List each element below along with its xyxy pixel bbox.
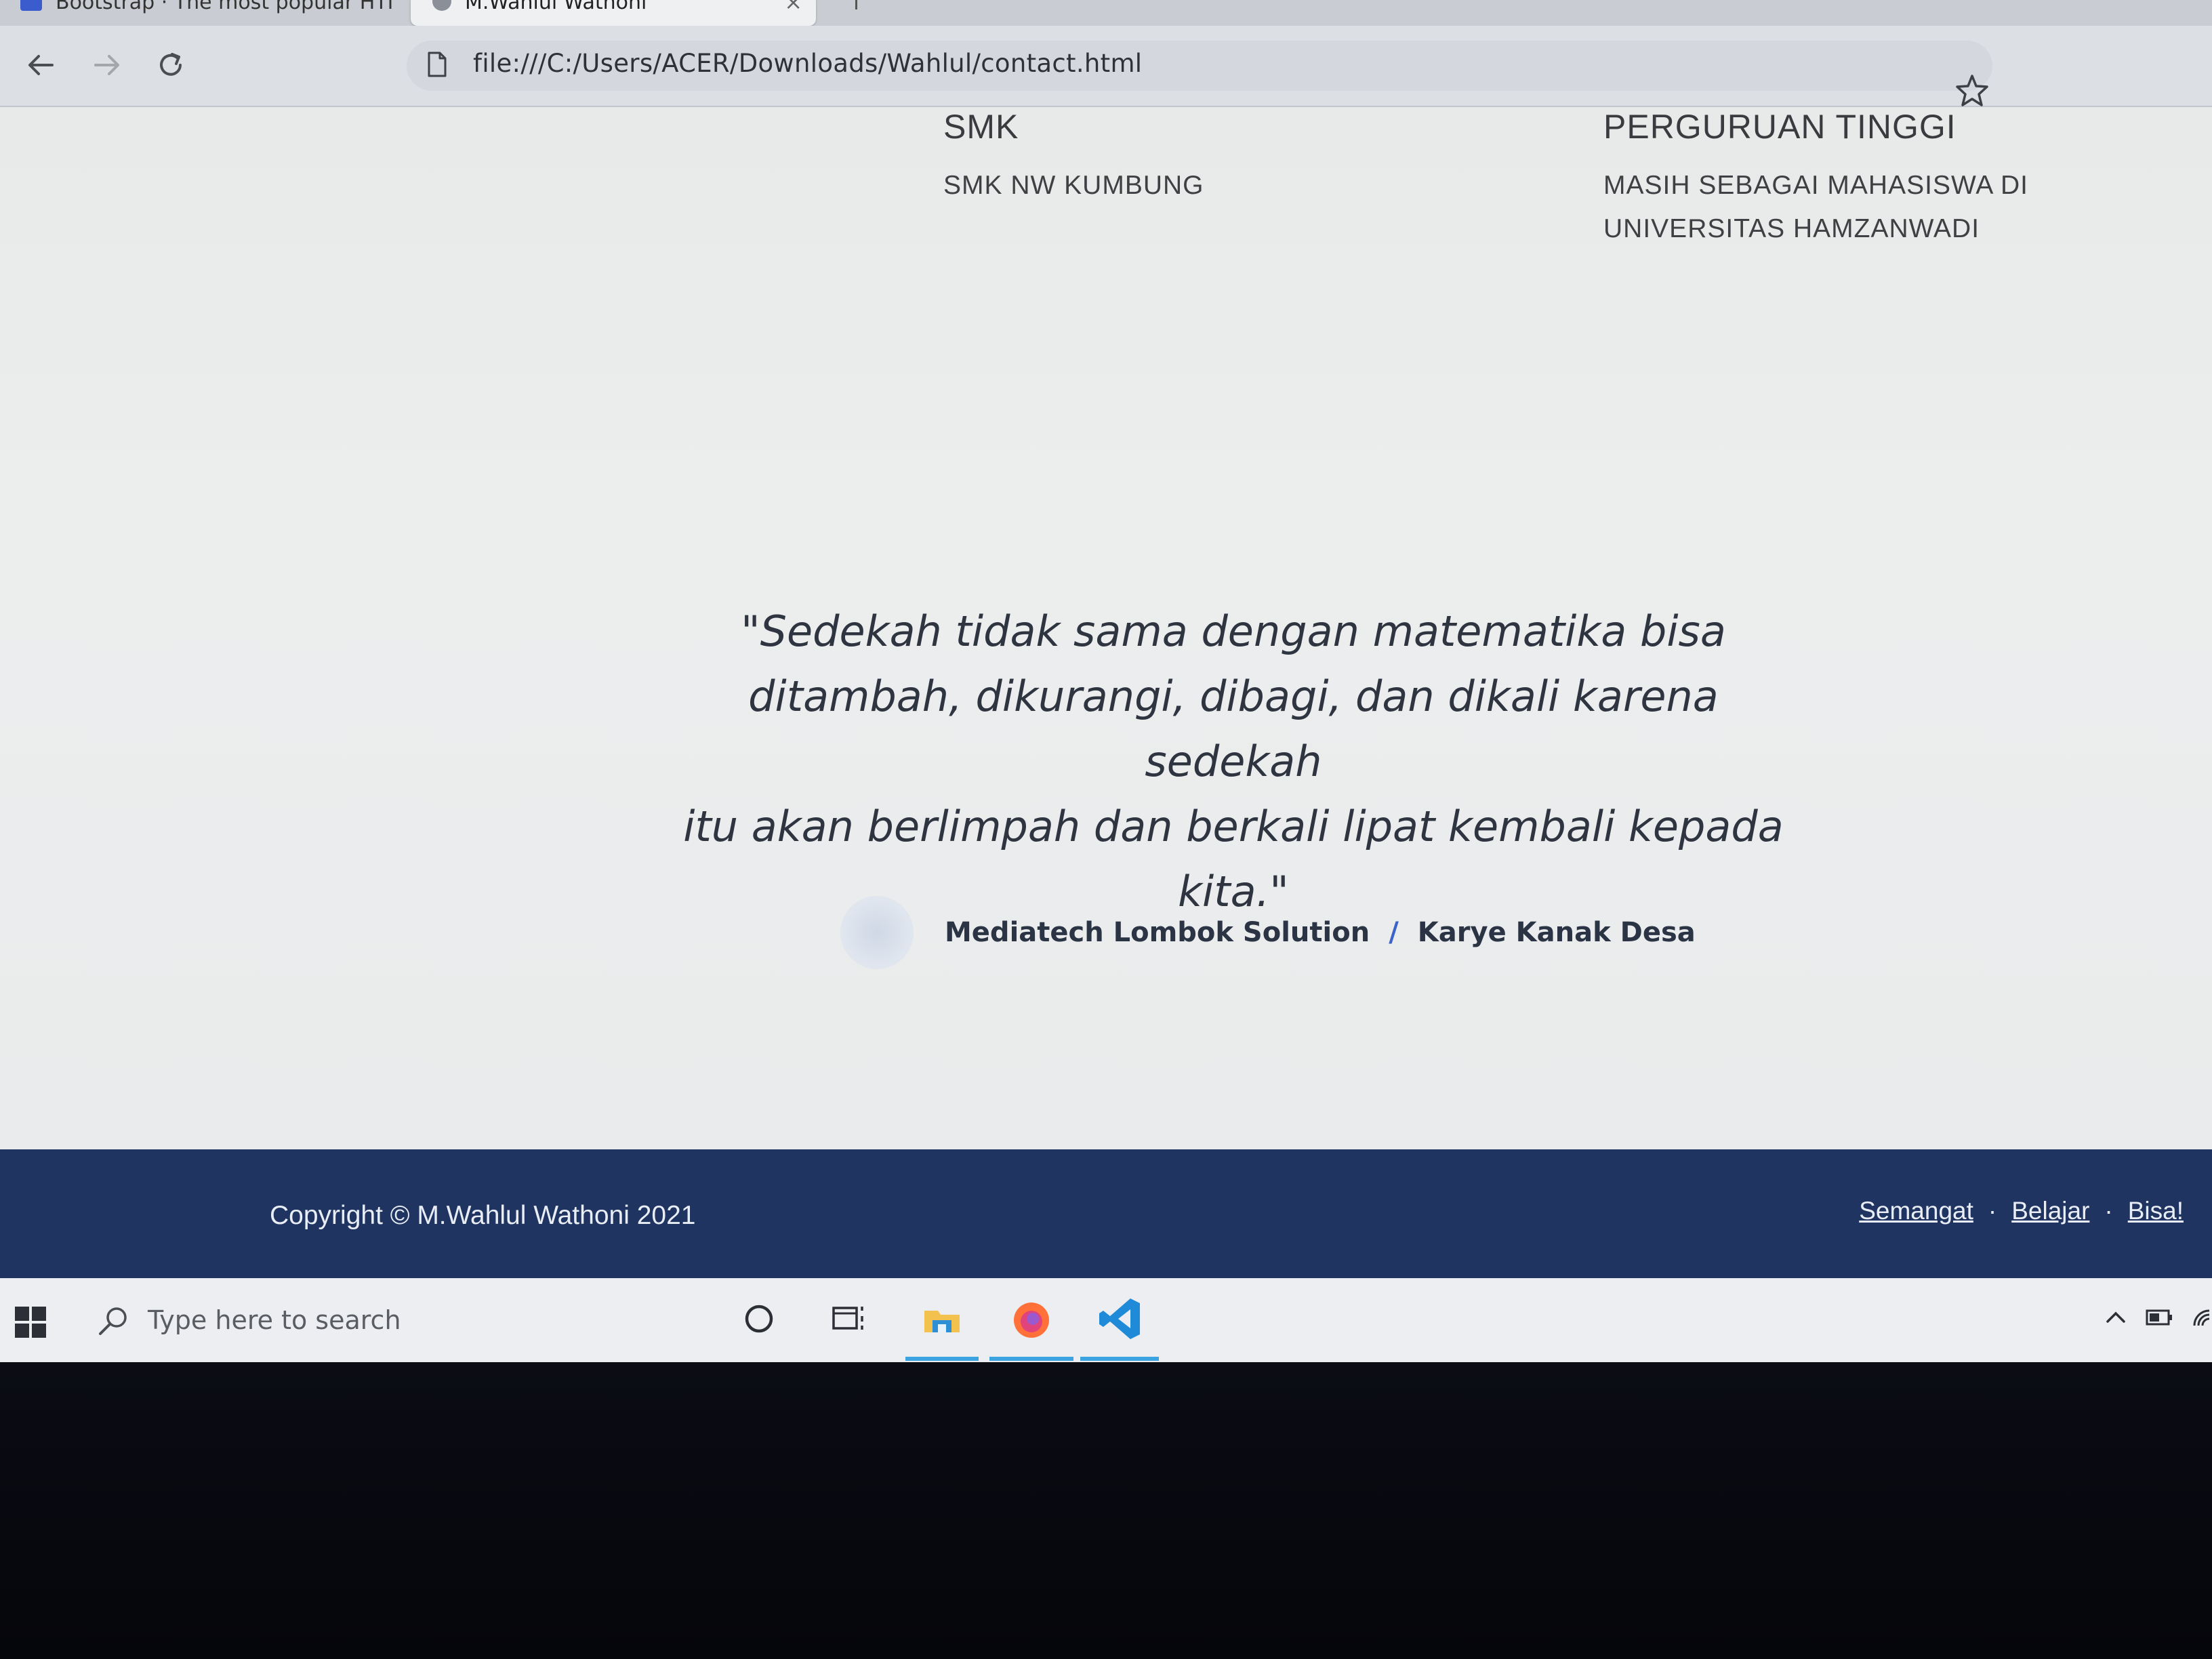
cortana-icon[interactable] xyxy=(735,1294,783,1343)
reload-button[interactable] xyxy=(149,43,192,87)
page-favicon-icon xyxy=(432,0,451,11)
tab-title: Bootstrap · The most popular HTML xyxy=(56,0,393,14)
footer-dot: · xyxy=(2104,1197,2113,1225)
footer-link-bisa[interactable]: Bisa! xyxy=(2128,1197,2184,1225)
footer-link-belajar[interactable]: Belajar xyxy=(2011,1197,2089,1225)
battery-icon[interactable] xyxy=(2146,1305,2174,1330)
address-bar[interactable]: file:///C:/Users/ACER/Downloads/Wahlul/c… xyxy=(407,41,1992,91)
windows-taskbar: Type here to search xyxy=(0,1278,2212,1362)
search-placeholder: Type here to search xyxy=(148,1305,401,1335)
copyright-text: Copyright © M.Wahlul Wathoni 2021 xyxy=(270,1201,696,1230)
tab-title: M.Wahlul Wathoni xyxy=(465,0,647,14)
vscode-icon[interactable] xyxy=(1097,1294,1145,1343)
forward-button[interactable] xyxy=(85,43,129,87)
quote-line: "Sedekah tidak sama dengan matematika bi… xyxy=(741,607,1726,656)
active-app-indicator xyxy=(905,1357,979,1361)
footer-links: Semangat · Belajar · Bisa! xyxy=(1859,1197,2184,1225)
tab-active[interactable]: M.Wahlul Wathoni × xyxy=(411,0,816,26)
active-app-indicator xyxy=(989,1357,1073,1361)
search-icon xyxy=(99,1307,127,1335)
firefox-icon[interactable] xyxy=(1007,1294,1056,1343)
smk-heading: SMK xyxy=(943,108,1019,146)
testimonial-quote: "Sedekah tidak sama dengan matematika bi… xyxy=(678,599,1789,924)
quote-line: itu akan berlimpah dan berkali lipat kem… xyxy=(683,802,1784,851)
pt-heading: PERGURUAN TINGGI xyxy=(1603,108,1957,146)
reload-icon xyxy=(160,53,182,76)
author-separator: / xyxy=(1389,917,1399,948)
arrow-left-icon xyxy=(28,55,54,75)
author-name: Mediatech Lombok Solution xyxy=(945,917,1370,948)
footer-dot: · xyxy=(1988,1197,1997,1225)
browser-navbar: file:///C:/Users/ACER/Downloads/Wahlul/c… xyxy=(0,26,2212,107)
footer-link-semangat[interactable]: Semangat xyxy=(1859,1197,1973,1225)
browser-tabstrip: Bootstrap · The most popular HTML M.Wahl… xyxy=(0,0,2212,26)
back-button[interactable] xyxy=(19,43,62,87)
author-organization: Karye Kanak Desa xyxy=(1417,917,1696,948)
close-icon[interactable]: × xyxy=(784,0,802,15)
quote-line: ditambah, dikurangi, dibagi, dan dikali … xyxy=(748,672,1719,786)
arrow-right-icon xyxy=(94,55,119,75)
bookmark-star-icon[interactable] xyxy=(1952,70,1992,111)
url-text: file:///C:/Users/ACER/Downloads/Wahlul/c… xyxy=(473,49,1143,78)
pt-line-1: MASIH SEBAGAI MAHASISWA DI xyxy=(1603,171,2029,200)
page-content: SMK SMK NW KUMBUNG PERGURUAN TINGGI MASI… xyxy=(0,107,2212,1151)
smk-school: SMK NW KUMBUNG xyxy=(943,171,1204,200)
file-explorer-icon[interactable] xyxy=(918,1294,966,1343)
wifi-icon[interactable] xyxy=(2192,1305,2212,1330)
task-view-icon[interactable] xyxy=(824,1294,873,1343)
testimonial-author: Mediatech Lombok Solution / Karye Kanak … xyxy=(840,896,1696,969)
windows-start-icon[interactable] xyxy=(15,1307,46,1338)
monitor-bezel xyxy=(0,1362,2212,1659)
site-footer: Copyright © M.Wahlul Wathoni 2021 Semang… xyxy=(0,1149,2212,1278)
pt-line-2: UNIVERSITAS HAMZANWADI xyxy=(1603,214,1980,243)
avatar xyxy=(840,896,914,969)
page-icon xyxy=(428,52,447,77)
active-app-indicator xyxy=(1080,1357,1159,1361)
tab-bootstrap[interactable]: Bootstrap · The most popular HTML xyxy=(14,0,393,20)
tab-separator xyxy=(855,0,857,9)
bootstrap-favicon-icon xyxy=(20,0,42,11)
taskbar-search[interactable]: Type here to search xyxy=(92,1292,702,1349)
chevron-up-icon[interactable] xyxy=(2104,1305,2128,1330)
screen: Bootstrap · The most popular HTML M.Wahl… xyxy=(0,0,2212,1362)
